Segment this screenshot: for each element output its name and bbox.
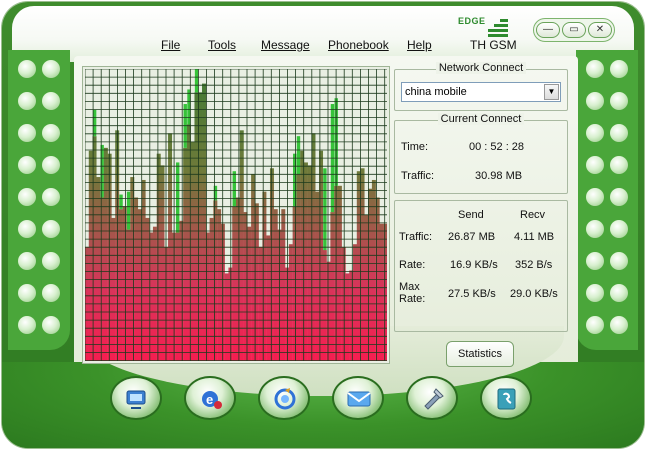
traffic-bar [183,147,188,361]
time-value: 00 : 52 : 28 [469,141,525,153]
chevron-down-icon[interactable]: ▼ [544,84,559,100]
browser-button[interactable]: e [184,376,236,420]
traffic-bar [353,244,357,361]
menu-message[interactable]: Message [261,38,310,52]
traffic-bar [285,267,290,361]
traffic-graph [82,66,390,364]
menu-phonebook[interactable]: Phonebook [328,38,389,52]
traffic-bar [292,206,297,361]
close-button[interactable]: ✕ [588,22,612,38]
menu-file[interactable]: File [161,38,180,52]
traffic-bar [269,168,274,361]
menu-help[interactable]: Help [407,38,432,52]
statistics-panel: Send Recv Traffic: 26.87 MB 4.11 MB Rate… [394,200,568,332]
time-label: Time: [401,141,429,153]
traffic-graph-canvas [85,69,387,361]
internet-explorer-icon: e [202,391,222,409]
traffic-bar [213,200,218,361]
connect-button[interactable] [110,376,162,420]
traffic-bar [383,223,387,361]
traffic-bar [326,261,331,361]
update-icon [274,388,296,410]
traffic-peak [175,162,180,233]
sms-button[interactable] [332,376,384,420]
traffic-bar [303,162,308,361]
rate-send-value: 16.9 KB/s [450,259,498,271]
recv-header: Recv [520,209,546,221]
current-connect-title: Current Connect [437,113,525,125]
traffic-bar [371,179,376,361]
network-connect-panel: Network Connect china mobile ▼ [394,62,568,111]
max-rate-label-line1: Max [399,281,420,293]
traffic-bar [345,273,350,361]
traffic-bar [266,235,271,361]
network-technology-label: EDGE [458,16,486,26]
sms-icon [347,391,371,407]
traffic-bar [103,147,108,361]
update-button[interactable] [258,376,310,420]
traffic-bar [251,174,256,361]
phonebook-icon [497,388,516,410]
network-profile-value: china mobile [405,86,467,98]
network-profile-select[interactable]: china mobile ▼ [401,82,561,102]
traffic-bar [202,83,206,361]
traffic-bar [337,185,342,361]
traffic-bar [141,179,146,361]
traffic-peak [232,171,236,207]
settings-button[interactable] [406,376,458,420]
left-decor-panel [8,50,70,350]
traffic-peak [126,191,131,230]
traffic-bar [118,209,123,361]
rate-recv-value: 352 B/s [515,259,553,271]
stats-traffic-label: Traffic: [399,231,433,243]
traffic-label: Traffic: [401,170,435,182]
max-send-value: 27.5 KB/s [448,288,496,300]
max-recv-value: 29.0 KB/s [510,288,558,300]
traffic-bar [126,229,131,361]
traffic-bar [239,130,244,361]
traffic-bar [232,206,237,361]
traffic-bar [179,220,184,361]
traffic-bar [96,177,101,361]
phonebook-button[interactable] [480,376,532,420]
traffic-bar [360,168,365,361]
traffic-bar [281,209,286,361]
traffic-value: 30.98 MB [475,170,523,182]
traffic-bar [156,153,161,361]
traffic-bar [198,92,203,361]
traffic-bar [217,209,222,361]
traffic-bar [175,232,180,361]
traffic-send-value: 26.87 MB [448,231,496,243]
traffic-bar [122,206,127,361]
connect-icon [126,390,146,409]
restore-button[interactable]: ▭ [562,22,586,38]
traffic-bar [273,209,278,361]
traffic-peak [323,168,327,251]
traffic-bar [224,273,229,361]
minimize-button[interactable]: — [536,22,560,38]
traffic-recv-value: 4.11 MB [514,231,555,243]
statistics-button[interactable]: Statistics [446,341,514,367]
menu-tools[interactable]: Tools [208,38,236,52]
current-connect-panel: Current Connect Time: 00 : 52 : 28 Traff… [394,113,568,194]
traffic-bar [330,212,335,361]
svg-text:e: e [206,392,213,407]
network-connect-title: Network Connect [435,62,527,74]
right-decor-panel [576,50,638,350]
traffic-bar [379,223,384,361]
max-rate-label-line2: Rate: [399,293,426,305]
traffic-bar [288,244,293,361]
traffic-peak [194,69,199,93]
traffic-bar [137,209,142,361]
rate-label: Rate: [399,259,426,271]
settings-icon [424,388,444,410]
traffic-bar [296,174,301,361]
bottom-toolbar [2,326,644,448]
operator-name: TH GSM [470,38,517,52]
traffic-bar [315,191,320,361]
traffic-bar [194,92,199,361]
send-header: Send [458,209,484,221]
